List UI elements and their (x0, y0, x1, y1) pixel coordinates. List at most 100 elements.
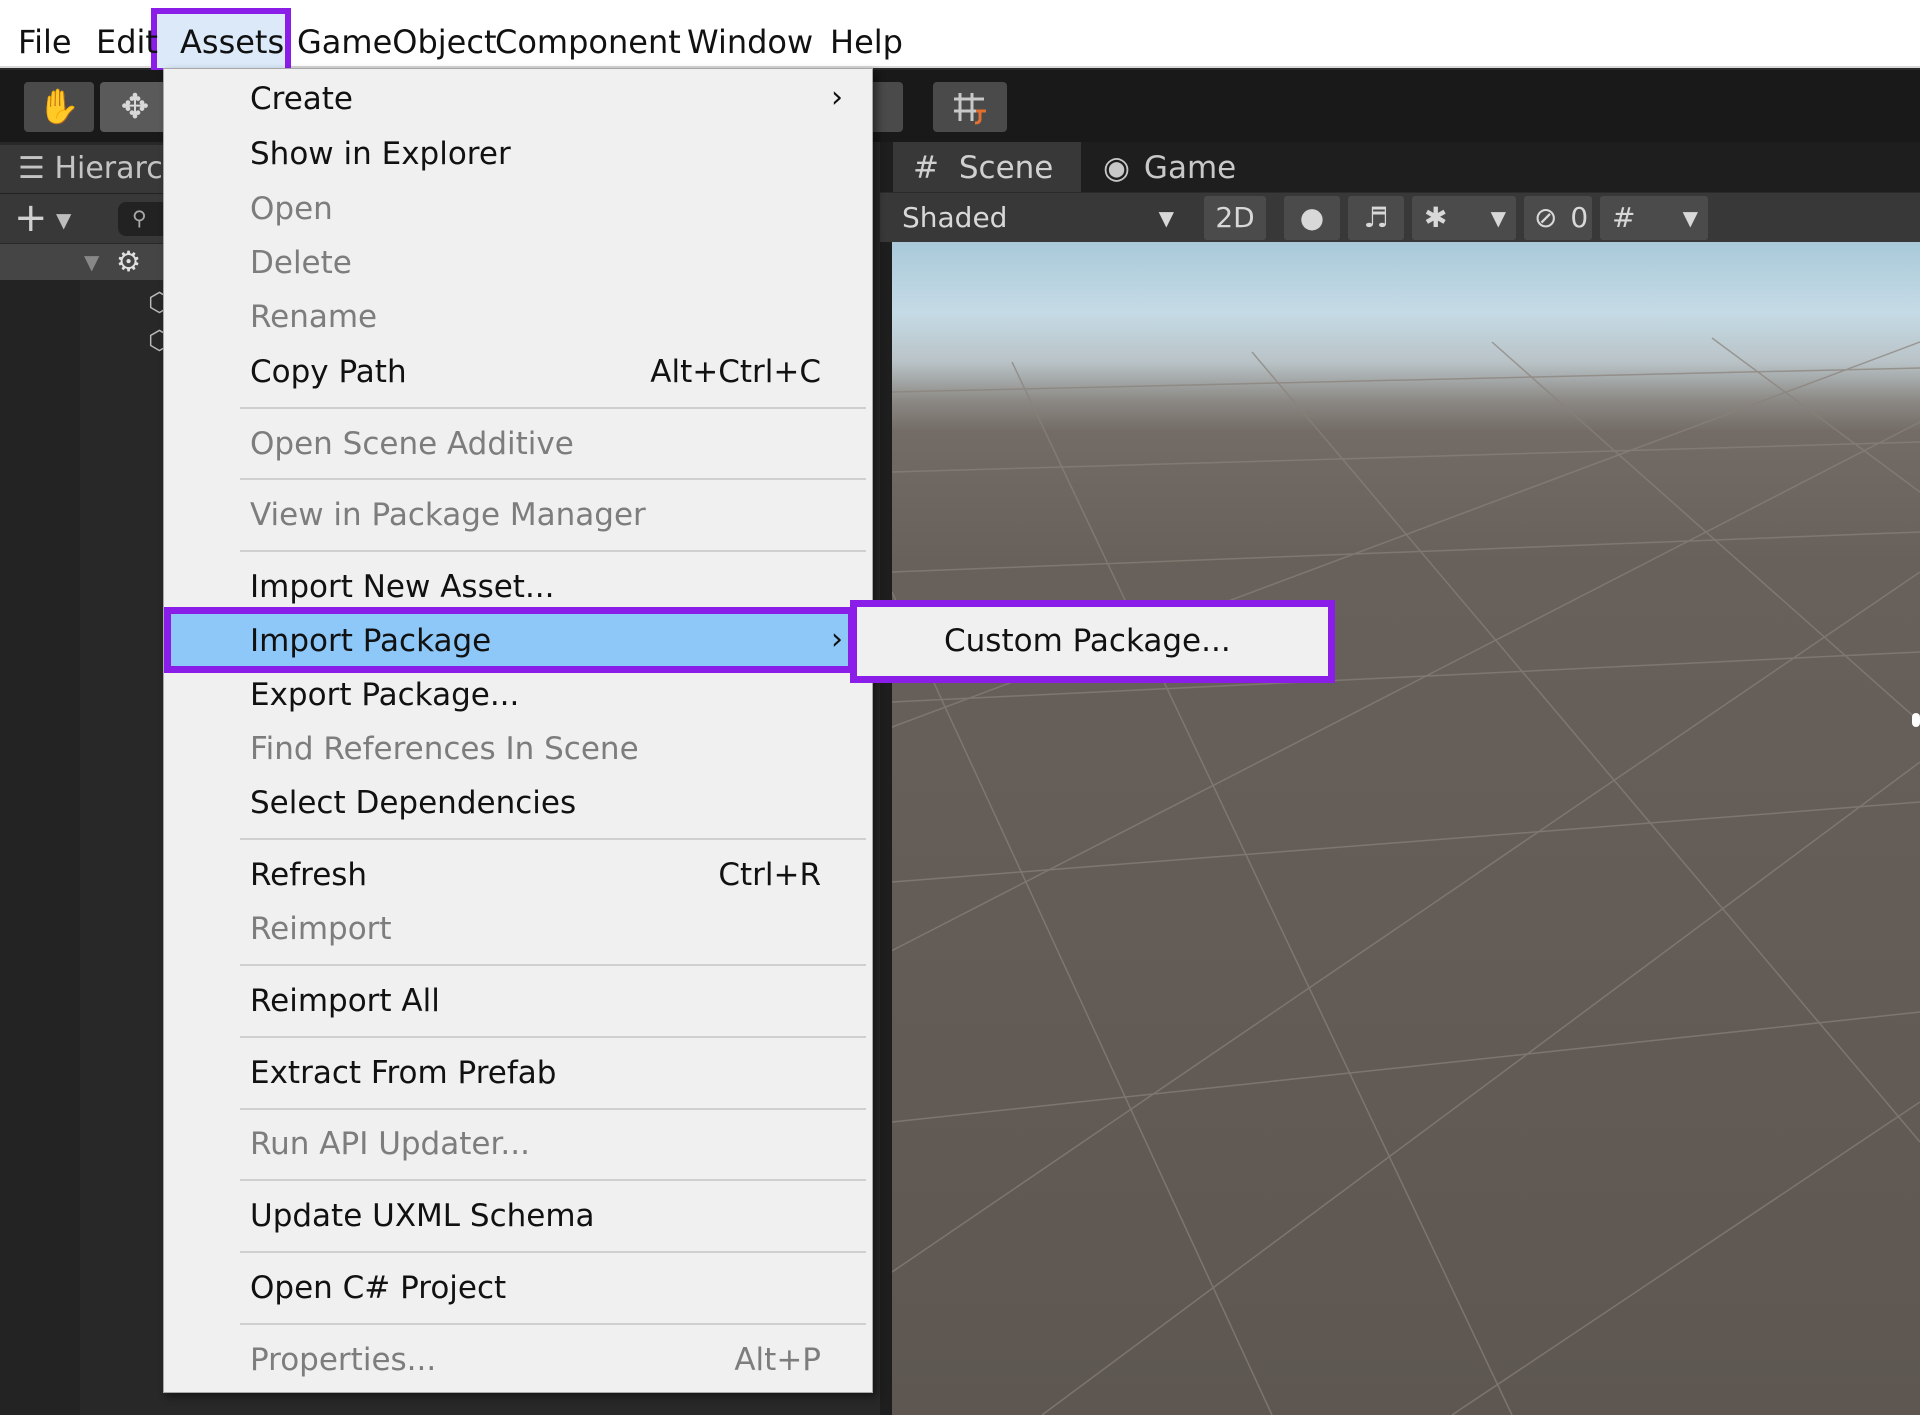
light-bulb-icon: ● (1299, 201, 1325, 234)
menu-item-label: Create (250, 81, 354, 117)
search-icon: ⚲ (132, 206, 147, 230)
grid-icon: # (1612, 201, 1636, 234)
menu-separator (240, 964, 866, 966)
menu-item-view-in-package-manager: View in Package Manager (163, 488, 873, 540)
move-icon: ✥ (120, 87, 150, 127)
menu-item-label: Reimport (250, 911, 392, 947)
cursor-dot (1912, 713, 1920, 727)
dropdown-arrow-icon[interactable]: ▼ (56, 200, 71, 240)
toolbar-toggle-button[interactable] (873, 82, 903, 132)
chevron-right-icon: › (831, 80, 843, 115)
effects-dropdown[interactable]: ✱ ▼ (1412, 196, 1516, 240)
menu-separator (240, 838, 866, 840)
menu-component[interactable]: Component (495, 0, 681, 68)
snap-grid-button[interactable] (933, 82, 1007, 132)
menu-item-reimport-all[interactable]: Reimport All (163, 974, 873, 1026)
speaker-icon: ♬ (1363, 201, 1389, 234)
menu-item-label: Rename (250, 299, 378, 335)
menu-item-create[interactable]: Create › (163, 72, 873, 124)
menu-item-reimport: Reimport (163, 902, 873, 954)
viewport-divider (880, 242, 892, 1415)
menu-item-label: Open C# Project (250, 1270, 507, 1306)
tab-game[interactable]: ◉ Game (1083, 142, 1253, 192)
grid-snapping-dropdown[interactable]: # ▼ (1600, 196, 1708, 240)
menu-item-extract-from-prefab[interactable]: Extract From Prefab (163, 1046, 873, 1098)
menu-item-find-references: Find References In Scene (163, 722, 873, 774)
gamepad-icon: ◉ (1103, 150, 1131, 186)
shading-mode-label: Shaded (902, 201, 1008, 234)
menu-item-label: Run API Updater... (250, 1126, 530, 1162)
menu-item-label: Import New Asset... (250, 569, 555, 605)
hand-tool-button[interactable]: ✋ (24, 82, 94, 132)
chevron-down-icon: ▼ (1682, 206, 1698, 230)
menu-item-label: Open (250, 191, 333, 227)
chevron-down-icon: ▼ (1158, 206, 1174, 230)
shading-mode-dropdown[interactable]: Shaded ▼ (880, 196, 1188, 240)
menu-item-refresh[interactable]: Refresh Ctrl+R (163, 848, 873, 900)
hierarchy-tab[interactable]: ☰ Hierarchy (0, 145, 165, 193)
scene-viewport[interactable] (892, 242, 1920, 1415)
menu-item-label: Export Package... (250, 677, 520, 713)
menu-item-delete: Delete (163, 236, 873, 288)
list-icon: ☰ (18, 151, 45, 186)
menu-item-import-new-asset[interactable]: Import New Asset... (163, 560, 873, 612)
menu-item-label: Copy Path (250, 354, 407, 390)
scene-grid-icon: # (913, 150, 939, 186)
menu-item-run-api-updater: Run API Updater... (163, 1117, 873, 1169)
menu-item-select-dependencies[interactable]: Select Dependencies (163, 776, 873, 828)
menu-item-shortcut: Alt+P (734, 1342, 821, 1378)
menu-window[interactable]: Window (687, 0, 813, 68)
menu-separator (240, 1179, 866, 1181)
hierarchy-tab-label: Hierarchy (54, 151, 165, 186)
scene-grid (892, 337, 1920, 1415)
menu-item-label: Open Scene Additive (250, 426, 574, 462)
menu-item-label: Select Dependencies (250, 785, 577, 821)
menu-edit[interactable]: Edit (96, 0, 158, 68)
tab-scene-label: Scene (958, 150, 1054, 186)
lighting-toggle-button[interactable]: ● (1284, 196, 1340, 240)
menu-help[interactable]: Help (830, 0, 903, 68)
menu-item-import-package[interactable]: Import Package › (163, 614, 873, 666)
menu-item-shortcut: Ctrl+R (718, 857, 821, 893)
menu-assets[interactable]: Assets (180, 0, 284, 68)
menu-item-update-uxml-schema[interactable]: Update UXML Schema (163, 1189, 873, 1241)
eye-slash-icon: ⊘ (1534, 201, 1558, 234)
menu-item-label: Extract From Prefab (250, 1055, 557, 1091)
menu-item-label: Update UXML Schema (250, 1198, 595, 1234)
menu-item-open: Open (163, 182, 873, 234)
menu-item-copy-path[interactable]: Copy Path Alt+Ctrl+C (163, 345, 873, 397)
hierarchy-list-gutter (0, 280, 80, 1415)
menu-item-label: Reimport All (250, 983, 440, 1019)
menu-item-show-in-explorer[interactable]: Show in Explorer (163, 127, 873, 179)
menu-item-export-package[interactable]: Export Package... (163, 668, 873, 720)
menu-separator (240, 550, 866, 552)
tab-scene[interactable]: # Scene (893, 142, 1081, 192)
menu-item-custom-package[interactable]: Custom Package... (944, 614, 1231, 668)
menu-item-properties: Properties... Alt+P (163, 1333, 873, 1385)
add-icon[interactable]: + (14, 196, 48, 240)
menu-separator (240, 407, 866, 409)
menu-file[interactable]: File (18, 0, 72, 68)
menu-item-label: Refresh (250, 857, 368, 893)
menu-gameobject[interactable]: GameObject (297, 0, 496, 68)
chevron-down-icon: ▼ (1490, 206, 1506, 230)
hand-icon: ✋ (37, 87, 81, 127)
menu-item-rename: Rename (163, 290, 873, 342)
grid-snap-icon (954, 93, 986, 125)
hierarchy-scene-row[interactable]: ▼ ⚙ (0, 244, 165, 280)
move-tool-button[interactable]: ✥ (100, 82, 170, 132)
menu-item-open-csharp-project[interactable]: Open C# Project (163, 1261, 873, 1313)
menu-separator (240, 1036, 866, 1038)
menu-item-label: Show in Explorer (250, 136, 511, 172)
expand-arrow-icon[interactable]: ▼ (84, 250, 99, 274)
chevron-right-icon: › (831, 622, 843, 657)
2d-toggle-button[interactable]: 2D (1204, 196, 1266, 240)
menu-item-shortcut: Alt+Ctrl+C (650, 354, 821, 390)
menu-separator (240, 478, 866, 480)
menu-separator (240, 1323, 866, 1325)
menu-item-label: View in Package Manager (250, 497, 646, 533)
menu-item-label: Find References In Scene (250, 731, 639, 767)
audio-toggle-button[interactable]: ♬ (1348, 196, 1404, 240)
hidden-objects-toggle[interactable]: ⊘ 0 (1524, 196, 1592, 240)
menu-item-open-scene-additive: Open Scene Additive (163, 417, 873, 469)
